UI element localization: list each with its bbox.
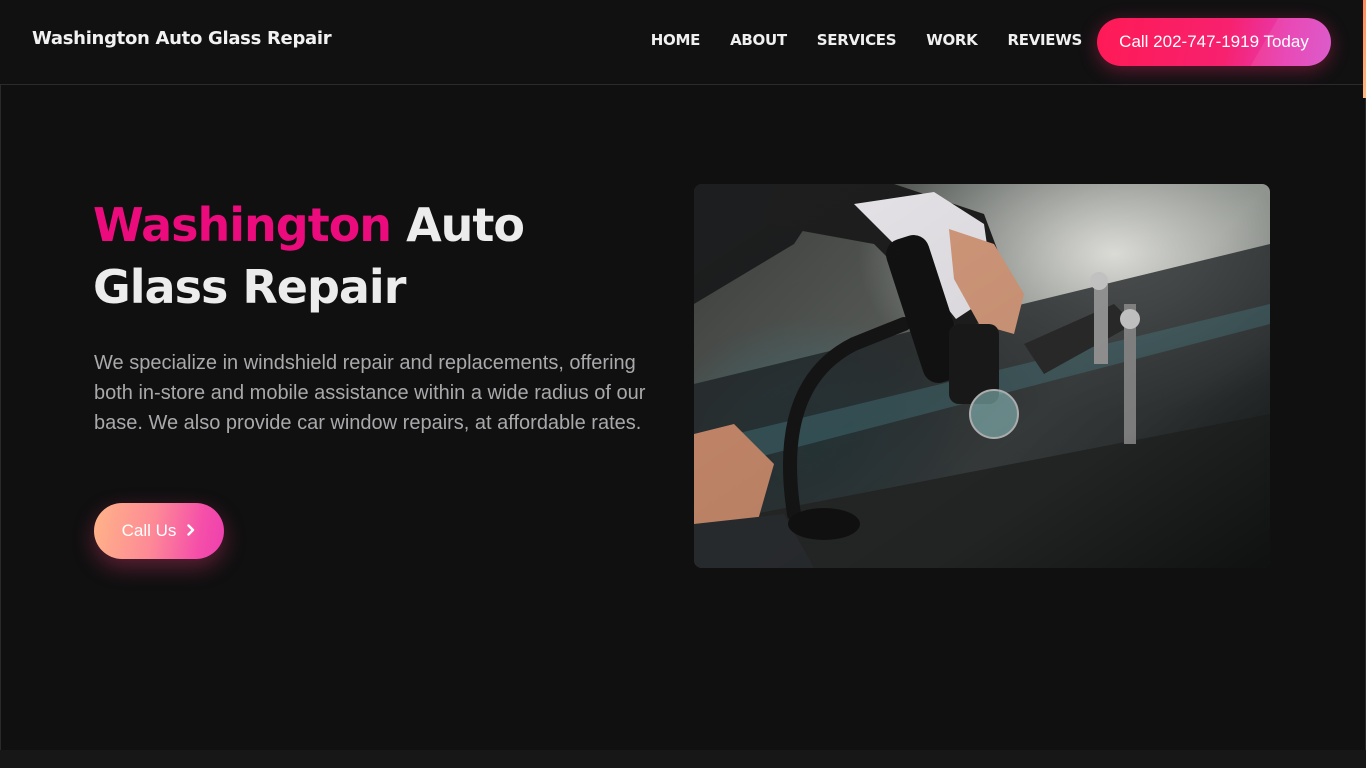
nav-work[interactable]: WORK	[926, 31, 978, 49]
next-section-edge	[0, 750, 1366, 768]
hero-title-accent: Washington	[93, 198, 392, 252]
chevron-right-icon	[186, 524, 196, 538]
nav-about[interactable]: ABOUT	[730, 31, 787, 49]
call-phone-label: Call 202-747-1919 Today	[1119, 32, 1309, 51]
brand-logo-text[interactable]: Washington Auto Glass Repair	[32, 28, 332, 49]
call-us-button[interactable]: Call Us	[94, 503, 224, 559]
main-nav: HOME ABOUT SERVICES WORK REVIEWS	[621, 31, 1083, 49]
site-header: Washington Auto Glass Repair HOME ABOUT …	[0, 0, 1366, 85]
hero-title: Washington Auto Glass Repair	[93, 194, 653, 318]
hero-description: We specialize in windshield repair and r…	[94, 352, 646, 434]
call-us-label: Call Us	[121, 521, 177, 540]
nav-services[interactable]: SERVICES	[817, 31, 897, 49]
nav-reviews[interactable]: REVIEWS	[1008, 31, 1083, 49]
call-phone-button[interactable]: Call 202-747-1919 Today	[1097, 18, 1331, 66]
hero-image	[694, 184, 1270, 568]
nav-home[interactable]: HOME	[651, 31, 701, 49]
